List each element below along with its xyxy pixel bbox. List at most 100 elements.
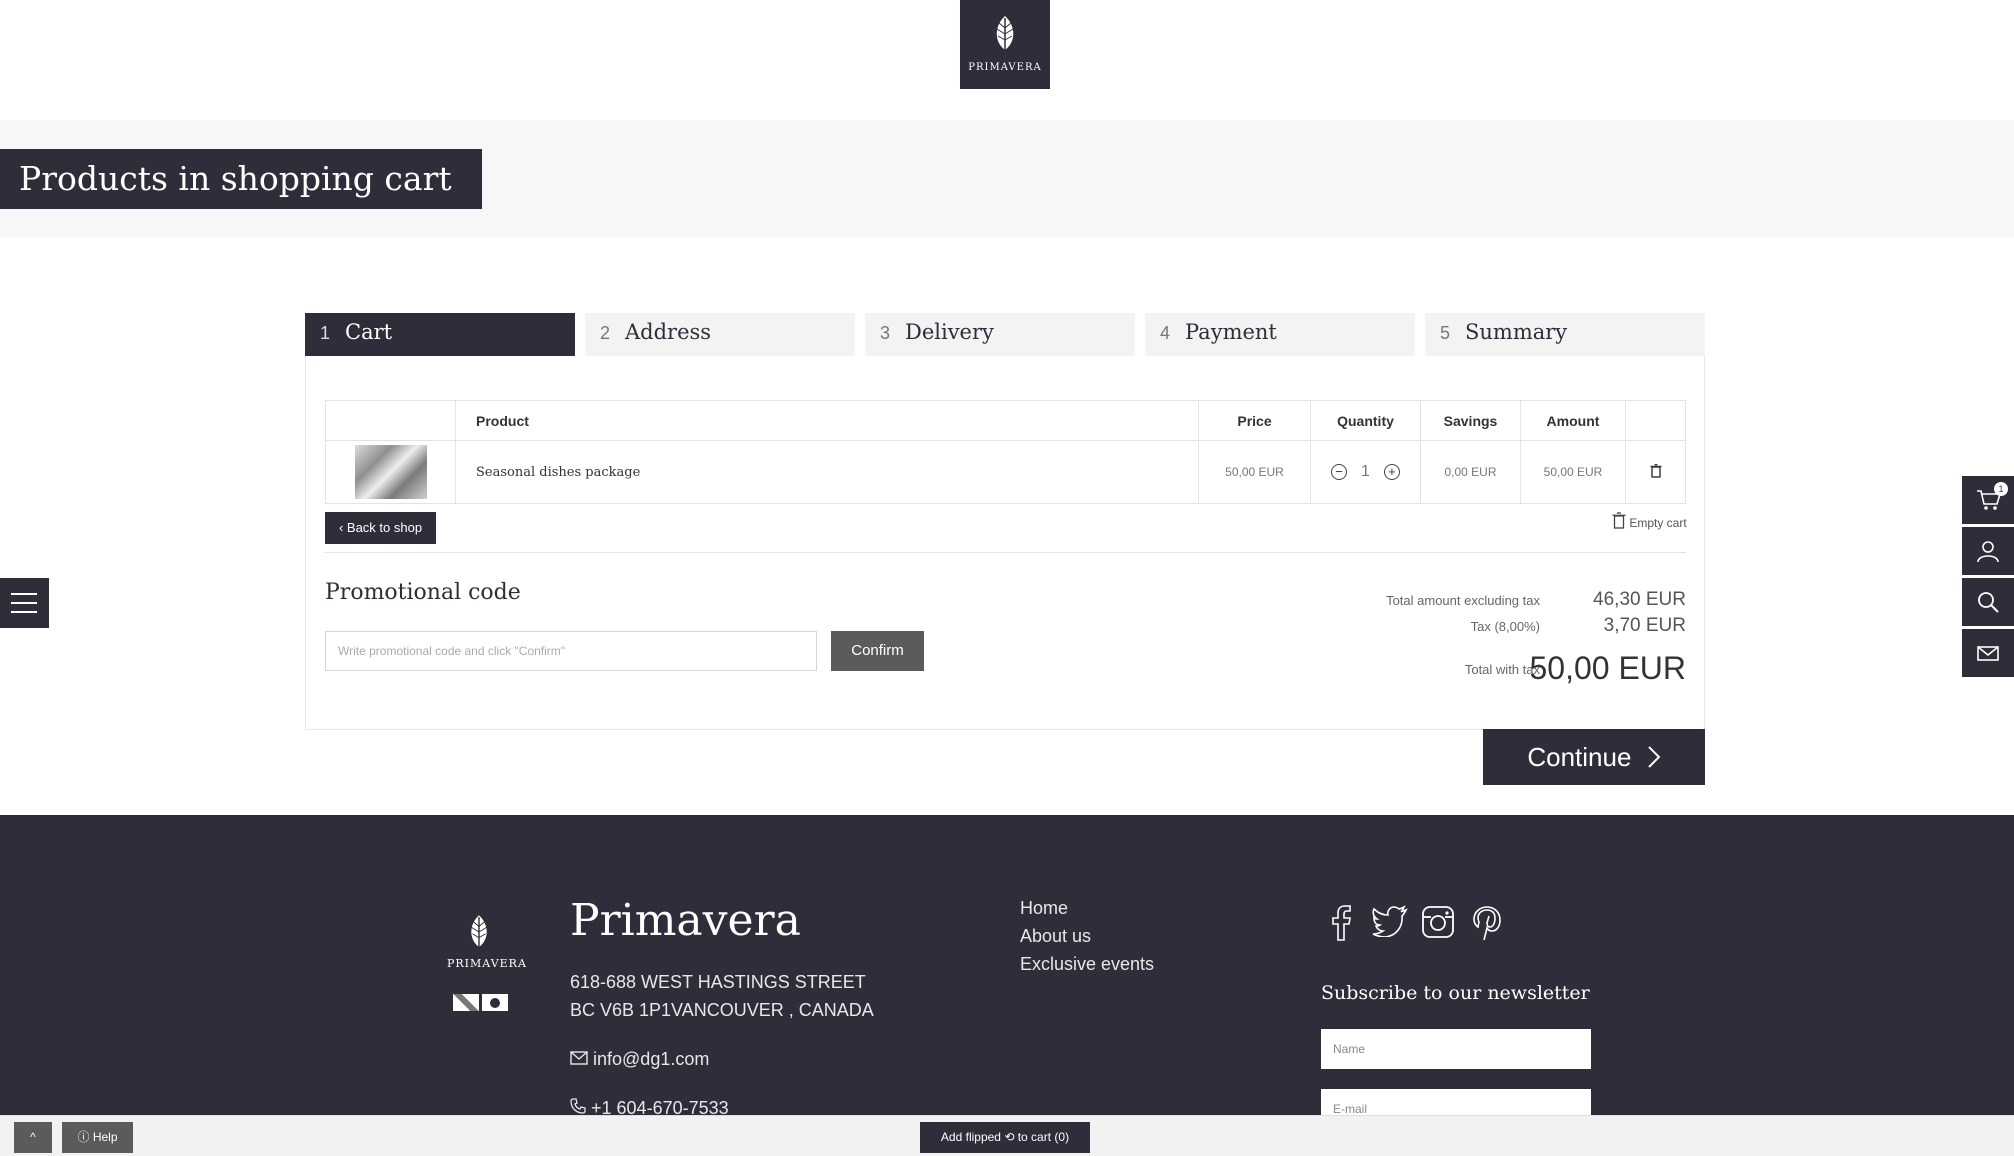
add-flipped-label: Add flipped xyxy=(940,1130,1001,1144)
footer-address-line2: BC V6B 1P1VANCOUVER , CANADA xyxy=(570,1000,874,1020)
scroll-top-button[interactable]: ^ xyxy=(14,1122,52,1153)
chevron-left-icon: ‹ xyxy=(338,520,344,535)
confirm-button[interactable]: Confirm xyxy=(831,631,924,671)
chevron-right-icon xyxy=(1647,746,1661,768)
step-label: Delivery xyxy=(905,320,994,344)
step-number: 4 xyxy=(1160,323,1171,343)
step-address[interactable]: 2 Address xyxy=(585,313,855,356)
column-image xyxy=(325,400,456,441)
cart-table: Product Price Quantity Savings Amount Se… xyxy=(325,400,1686,504)
side-contact-button[interactable] xyxy=(1962,629,2014,677)
column-savings: Savings xyxy=(1420,400,1521,441)
step-number: 3 xyxy=(880,323,891,343)
column-actions xyxy=(1625,400,1686,441)
promo-code-input[interactable] xyxy=(325,631,817,671)
column-product: Product xyxy=(455,400,1199,441)
column-quantity: Quantity xyxy=(1310,400,1421,441)
leaf-logo-icon xyxy=(471,915,487,949)
step-payment[interactable]: 4 Payment xyxy=(1145,313,1415,356)
footer-email-text: info@dg1.com xyxy=(593,1049,710,1069)
step-summary[interactable]: 5 Summary xyxy=(1425,313,1705,356)
back-to-shop-label: Back to shop xyxy=(346,520,423,535)
phone-icon xyxy=(570,1098,586,1114)
user-icon xyxy=(1977,541,1999,563)
product-name[interactable]: Seasonal dishes package xyxy=(455,440,1199,504)
side-search-button[interactable] xyxy=(1962,578,2014,626)
step-label: Payment xyxy=(1185,320,1277,344)
product-thumbnail[interactable] xyxy=(354,445,427,499)
twitter-icon[interactable] xyxy=(1372,905,1408,937)
side-cart-button[interactable]: 1 xyxy=(1962,476,2014,524)
newsletter-name-input[interactable] xyxy=(1321,1029,1591,1069)
bottom-toolbar: ^ ⓘ Help Add flipped ⟲ to cart (0) xyxy=(0,1115,2014,1156)
footer-logo-text: PRIMAVERA xyxy=(447,957,527,970)
help-label: Help xyxy=(92,1130,118,1144)
continue-button[interactable]: Continue xyxy=(1483,729,1705,785)
menu-icon xyxy=(11,602,37,604)
hamburger-menu-button[interactable] xyxy=(0,578,49,628)
tax-value: 3,70 EUR xyxy=(1603,615,1686,636)
footer-link-home[interactable]: Home xyxy=(1020,898,1068,919)
plus-icon[interactable]: + xyxy=(1383,464,1400,480)
table-header-row: Product Price Quantity Savings Amount xyxy=(325,400,1686,441)
step-label: Cart xyxy=(345,320,393,344)
total-excl-tax-value: 46,30 EUR xyxy=(1593,589,1686,610)
page-banner: Products in shopping cart xyxy=(0,120,2014,238)
facebook-icon[interactable] xyxy=(1330,905,1352,941)
continue-label: Continue xyxy=(1527,742,1632,772)
empty-cart-button[interactable]: Empty cart xyxy=(1612,512,1687,530)
flip-icon: ⟲ xyxy=(1004,1130,1015,1144)
product-price: 50,00 EUR xyxy=(1198,440,1311,504)
back-to-shop-button[interactable]: ‹ Back to shop xyxy=(325,512,436,544)
help-button[interactable]: ⓘ Help xyxy=(62,1122,133,1153)
empty-cart-label: Empty cart xyxy=(1629,516,1687,530)
search-icon xyxy=(1978,592,1999,613)
divider xyxy=(325,552,1686,553)
footer-link-events[interactable]: Exclusive events xyxy=(1020,954,1154,975)
add-flipped-suffix: to cart (0) xyxy=(1017,1130,1070,1144)
table-row: Seasonal dishes package 50,00 EUR − 1 + … xyxy=(325,440,1686,504)
leaf-logo-icon xyxy=(996,16,1014,52)
page-title: Products in shopping cart xyxy=(0,149,482,209)
step-label: Summary xyxy=(1465,320,1568,344)
total-excl-tax-label: Total amount excluding tax xyxy=(1386,593,1540,608)
footer-email[interactable]: info@dg1.com xyxy=(570,1049,709,1070)
newsletter-title: Subscribe to our newsletter xyxy=(1321,982,1590,1004)
pinterest-icon[interactable] xyxy=(1472,905,1502,941)
footer-link-about[interactable]: About us xyxy=(1020,926,1091,947)
step-number: 5 xyxy=(1440,323,1451,343)
column-price: Price xyxy=(1198,400,1311,441)
cart-count-badge: 1 xyxy=(1994,482,2008,496)
header-logo[interactable]: PRIMAVERA xyxy=(960,0,1050,89)
promo-title: Promotional code xyxy=(325,580,521,605)
product-amount: 50,00 EUR xyxy=(1520,440,1626,504)
logo-text: PRIMAVERA xyxy=(968,62,1042,73)
column-amount: Amount xyxy=(1520,400,1626,441)
add-flipped-to-cart-button[interactable]: Add flipped ⟲ to cart (0) xyxy=(920,1122,1090,1153)
footer-address-line1: 618-688 WEST HASTINGS STREET xyxy=(570,972,866,992)
tax-label: Tax (8,00%) xyxy=(1470,619,1540,634)
remove-item-cell xyxy=(1625,440,1686,504)
instagram-icon[interactable] xyxy=(1421,905,1455,939)
info-icon: ⓘ xyxy=(77,1130,90,1144)
total-with-tax-value: 50,00 EUR xyxy=(1529,650,1686,686)
mail-icon xyxy=(1977,646,1999,661)
step-number: 1 xyxy=(320,323,331,343)
side-account-button[interactable] xyxy=(1962,527,2014,575)
quantity-value: 1 xyxy=(1361,463,1370,480)
footer-brand: Primavera xyxy=(570,895,801,946)
product-thumbnail-cell[interactable] xyxy=(325,440,456,504)
step-label: Address xyxy=(625,320,712,344)
step-cart[interactable]: 1 Cart xyxy=(305,313,575,356)
quantity-stepper: − 1 + xyxy=(1310,440,1421,504)
step-delivery[interactable]: 3 Delivery xyxy=(865,313,1135,356)
product-savings: 0,00 EUR xyxy=(1420,440,1521,504)
menu-icon xyxy=(11,611,37,613)
flag-uk-icon[interactable] xyxy=(453,994,479,1011)
mail-icon xyxy=(570,1051,588,1065)
step-number: 2 xyxy=(600,323,611,343)
minus-icon[interactable]: − xyxy=(1331,464,1348,480)
flag-jp-icon[interactable] xyxy=(482,994,508,1011)
trash-icon[interactable] xyxy=(1650,463,1662,478)
trash-icon xyxy=(1612,512,1626,529)
